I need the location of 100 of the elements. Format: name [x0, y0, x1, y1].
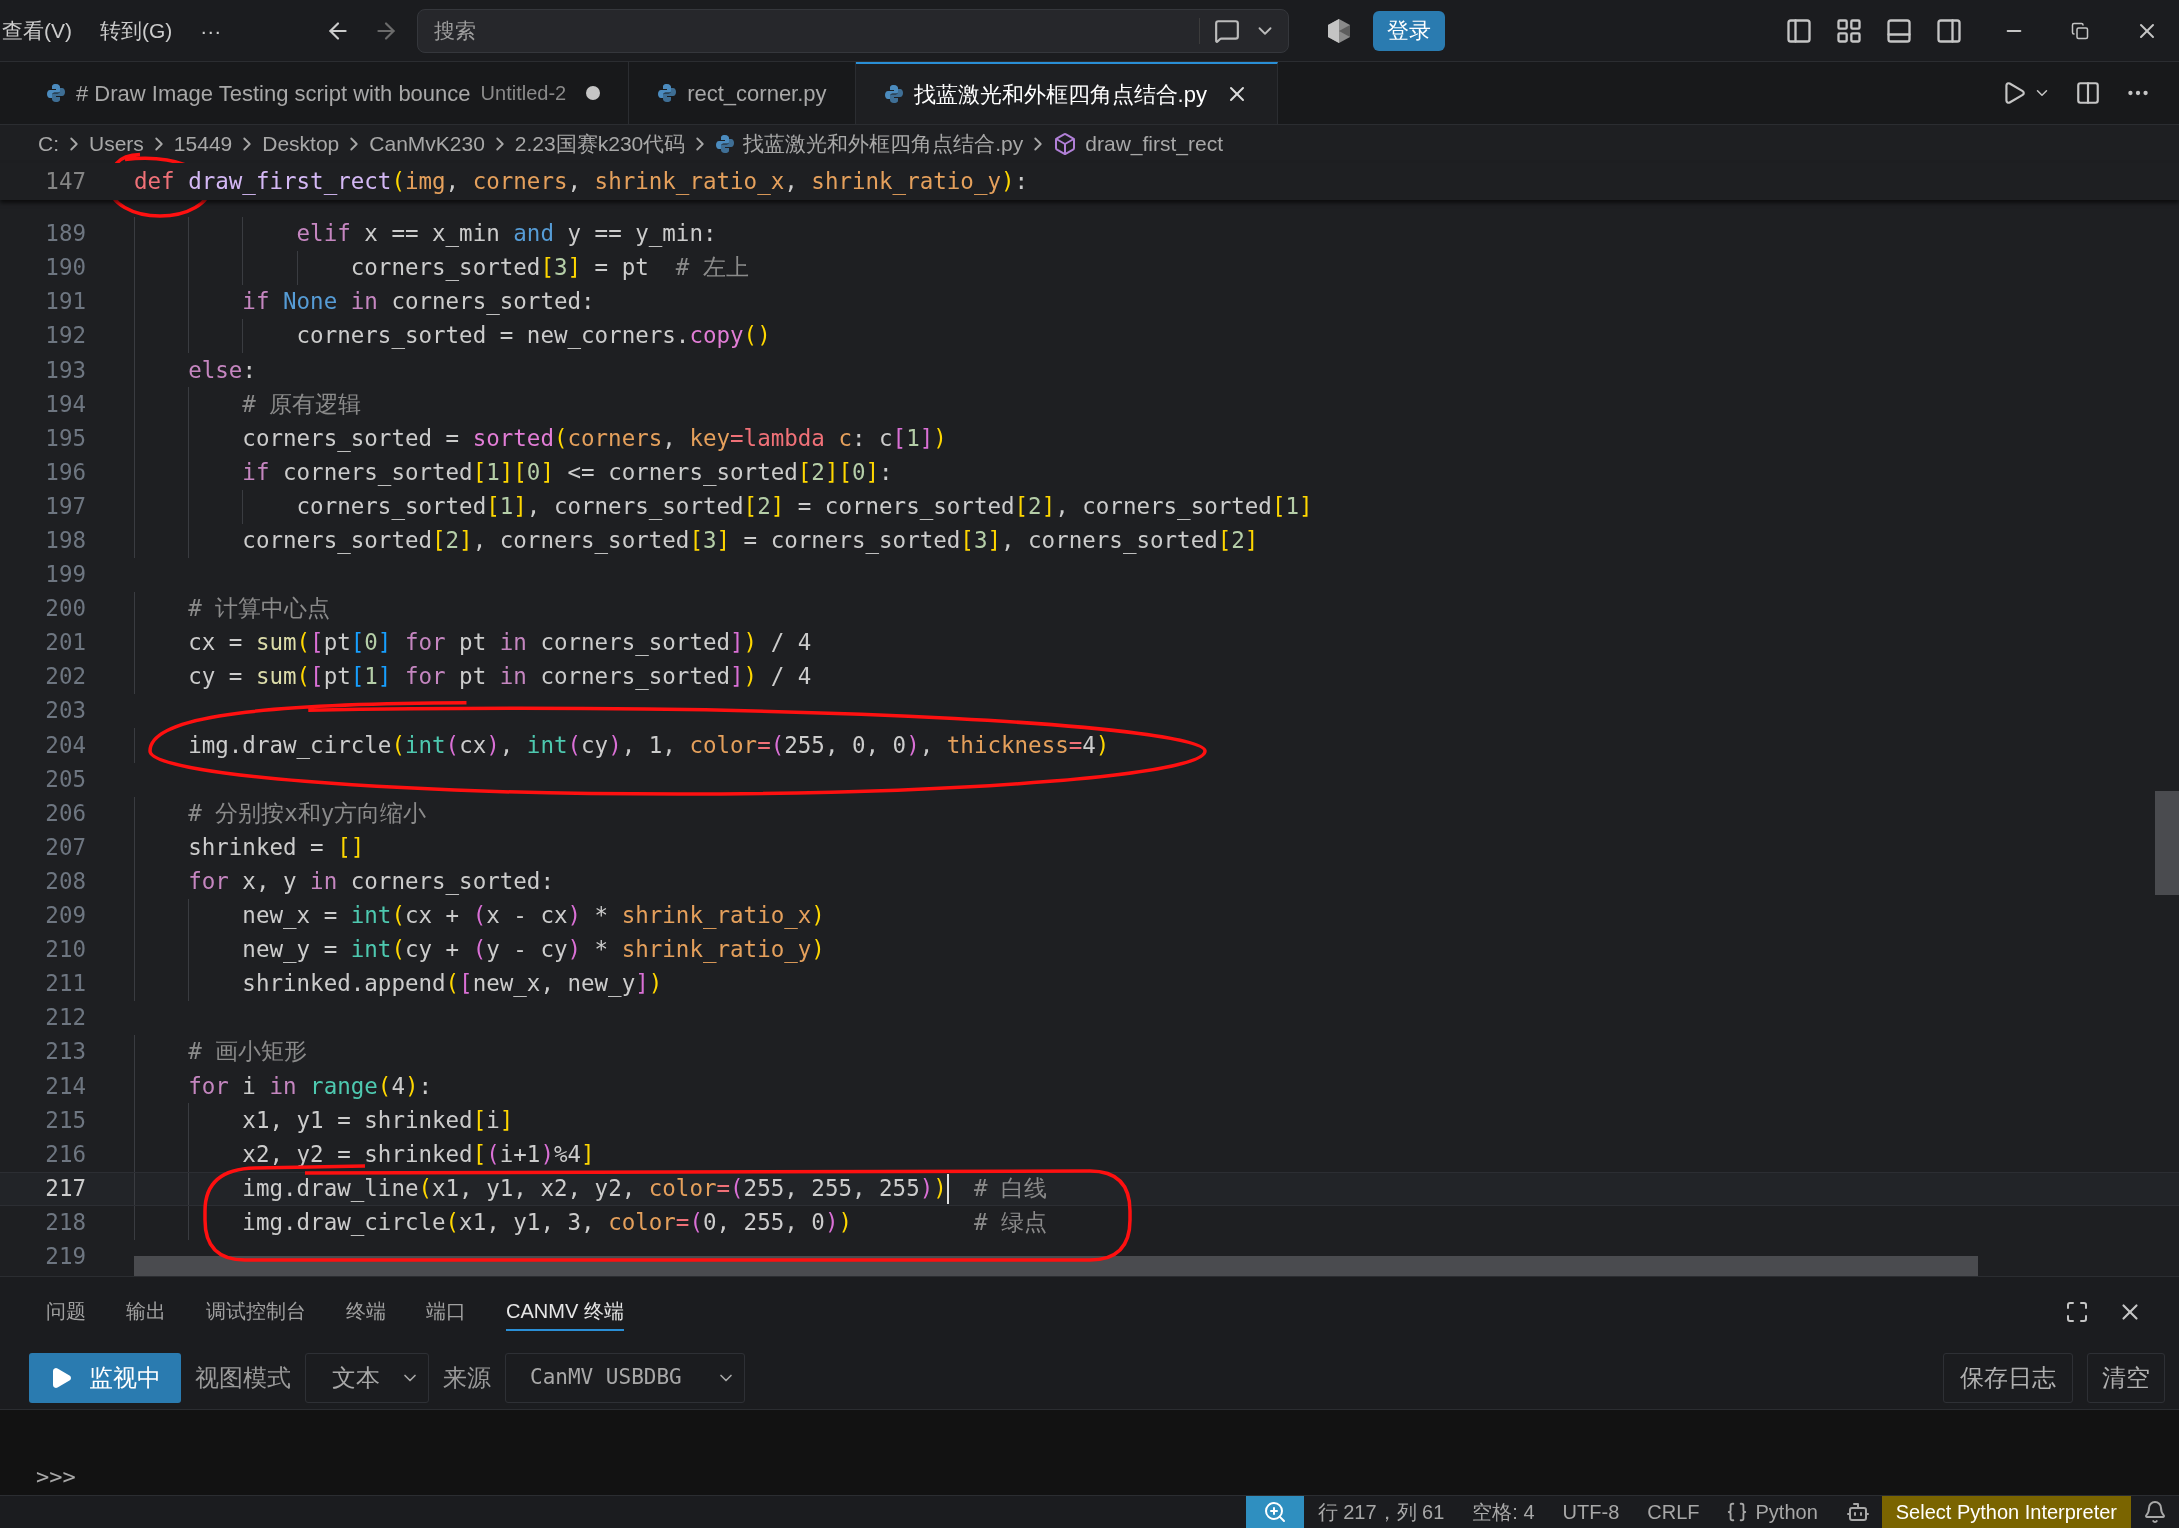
- code-line: # 画小矩形: [187, 1037, 308, 1067]
- tab-description: Untitled-2: [480, 81, 567, 106]
- layout-icon[interactable]: [1835, 16, 1863, 45]
- menu-item[interactable]: 查看(V): [2, 14, 72, 47]
- line-number: 204: [44, 730, 86, 760]
- editor-tab[interactable]: rect_corner.py: [629, 62, 856, 124]
- line-number: 208: [44, 866, 86, 896]
- vertical-scrollbar[interactable]: [2155, 791, 2179, 895]
- menu-item[interactable]: 转到(G): [100, 14, 173, 47]
- login-button[interactable]: 登录: [1373, 10, 1446, 51]
- restore-icon[interactable]: [2071, 21, 2089, 40]
- line-number: 203: [44, 696, 86, 726]
- line-number: 192: [44, 321, 86, 351]
- line-number: 200: [44, 594, 86, 624]
- code-line: cx = sum([pt[0] for pt in corners_sorted]) / 4: [187, 628, 812, 658]
- line-number: 219: [44, 1242, 86, 1271]
- source-select[interactable]: CanMV USBDBG: [505, 1352, 745, 1403]
- code-line: # 分别按x和y方向缩小: [187, 798, 427, 828]
- line-number: 199: [44, 560, 86, 590]
- line-number: 209: [44, 901, 86, 931]
- code-line: x1, y1 = shrinked[i]: [241, 1105, 514, 1135]
- toggle-sidebar-icon[interactable]: [1785, 16, 1813, 45]
- code-line: corners_sorted[3] = pt # 左上: [349, 253, 749, 283]
- line-number: 207: [44, 832, 86, 862]
- status-item[interactable]: 行 217，列 61: [1303, 1496, 1459, 1528]
- panel-tab[interactable]: CANMV 终端: [506, 1292, 624, 1331]
- line-number: 212: [44, 1003, 86, 1033]
- code-line: if None in corners_sorted:: [241, 287, 595, 317]
- panel-tab[interactable]: 问题: [46, 1292, 86, 1331]
- view-mode-select[interactable]: 文本: [305, 1352, 429, 1403]
- line-number: 197: [44, 491, 86, 521]
- zoom-in-icon: [1262, 1500, 1287, 1524]
- horizontal-scrollbar[interactable]: [134, 1256, 1978, 1276]
- source-label: 来源: [443, 1362, 491, 1393]
- terminal-output[interactable]: >>>: [0, 1410, 2179, 1495]
- search-field[interactable]: 搜索: [417, 8, 1290, 53]
- breadcrumb-item[interactable]: C:: [38, 128, 59, 160]
- line-number: 194: [44, 389, 86, 419]
- breadcrumb-item[interactable]: 2.23国赛k230代码: [514, 128, 686, 160]
- line-number: 205: [44, 764, 86, 794]
- line-number: 189: [44, 219, 86, 249]
- toggle-secondary-sidebar-icon[interactable]: [1935, 16, 1963, 45]
- line-number: 206: [44, 798, 86, 828]
- editor-tab[interactable]: # Draw Image Testing script with bounce Untitled-2: [18, 62, 630, 124]
- panel-tab[interactable]: 端口: [426, 1292, 466, 1331]
- breadcrumb-item[interactable]: draw_first_rect: [1085, 128, 1223, 160]
- breadcrumb-item[interactable]: 找蓝激光和外框四角点结合.py: [743, 128, 1024, 160]
- code-line: new_x = int(cx + (x - cx) * shrink_ratio_x): [241, 901, 825, 931]
- line-number: 193: [44, 355, 86, 385]
- line-number: 218: [44, 1207, 86, 1237]
- split-editor-icon[interactable]: [2075, 80, 2101, 106]
- code-line: shrinked = []: [187, 832, 365, 862]
- status-item[interactable]: 空格: 4: [1458, 1496, 1549, 1528]
- status-item[interactable]: Python: [1755, 1497, 1818, 1527]
- line-number: 214: [44, 1071, 86, 1101]
- line-number: 195: [44, 423, 86, 453]
- panel-tab[interactable]: 终端: [346, 1292, 386, 1331]
- panel-tab[interactable]: 调试控制台: [206, 1292, 306, 1331]
- menu-item[interactable]: ···: [200, 14, 222, 47]
- line-number: 202: [44, 662, 86, 692]
- code-line: corners_sorted[1], corners_sorted[2] = corners_sorted[2], corners_sorted[1]: [295, 491, 1313, 522]
- save-log-button[interactable]: 保存日志: [1943, 1352, 2073, 1403]
- monitor-button[interactable]: 监视中: [29, 1352, 181, 1403]
- breadcrumb-item[interactable]: Desktop: [262, 128, 340, 160]
- status-item[interactable]: UTF-8: [1548, 1496, 1634, 1528]
- code-line: shrinked.append([new_x, new_y]): [241, 969, 663, 999]
- line-number: 215: [44, 1105, 86, 1135]
- tab-label: 找蓝激光和外框四角点结合.py: [913, 80, 1207, 109]
- robot-icon[interactable]: [1845, 1500, 1870, 1524]
- zoom-indicator[interactable]: [1245, 1496, 1304, 1528]
- line-number: 216: [44, 1139, 86, 1169]
- breadcrumb-item[interactable]: CanMvK230: [369, 128, 485, 160]
- status-item[interactable]: Select Python Interpreter: [1881, 1496, 2131, 1528]
- code-line: img.draw_line(x1, y1, x2, y2, color=(255, 255, 255)) # 白线: [134, 1171, 1047, 1206]
- code-line: else:: [187, 355, 256, 385]
- code-line: corners_sorted = sorted(corners, key=lambda c: c[1]): [241, 423, 947, 454]
- code-line: if corners_sorted[1][0] <= corners_sorted[2][0]:: [241, 457, 893, 488]
- tab-label: # Draw Image Testing script with bounce: [76, 79, 471, 108]
- status-item[interactable]: CRLF: [1633, 1496, 1714, 1528]
- maximize-panel-icon[interactable]: [2065, 1299, 2089, 1324]
- line-number: 147: [44, 166, 86, 196]
- notification-bell-icon[interactable]: [2143, 1500, 2167, 1524]
- editor-tab[interactable]: 找蓝激光和外框四角点结合.py: [855, 62, 1278, 124]
- code-line: def draw_first_rect(img, corners, shrink_ratio_x, shrink_ratio_y):: [134, 166, 1029, 197]
- line-number: 198: [44, 526, 86, 555]
- python-file-icon: [715, 134, 736, 154]
- breadcrumb-item[interactable]: Users: [89, 128, 144, 160]
- chat-icon[interactable]: [1214, 17, 1241, 44]
- panel-tab[interactable]: 输出: [126, 1292, 166, 1331]
- code-line: img.draw_circle(x1, y1, 3, color=(0, 255, 0)) # 绿点: [241, 1207, 1047, 1238]
- python-file-icon: [46, 83, 66, 103]
- code-line: for x, y in corners_sorted:: [187, 866, 554, 897]
- clear-button[interactable]: 清空: [2087, 1352, 2165, 1403]
- toggle-panel-icon[interactable]: [1885, 16, 1913, 45]
- code-line: for i in range(4):: [187, 1071, 433, 1101]
- code-line: new_y = int(cy + (y - cy) * shrink_ratio_y): [241, 935, 825, 965]
- search-input[interactable]: 搜索: [434, 15, 1200, 46]
- line-number: 201: [44, 628, 86, 658]
- method-icon: [1053, 132, 1078, 156]
- breadcrumb-item[interactable]: 15449: [173, 128, 233, 160]
